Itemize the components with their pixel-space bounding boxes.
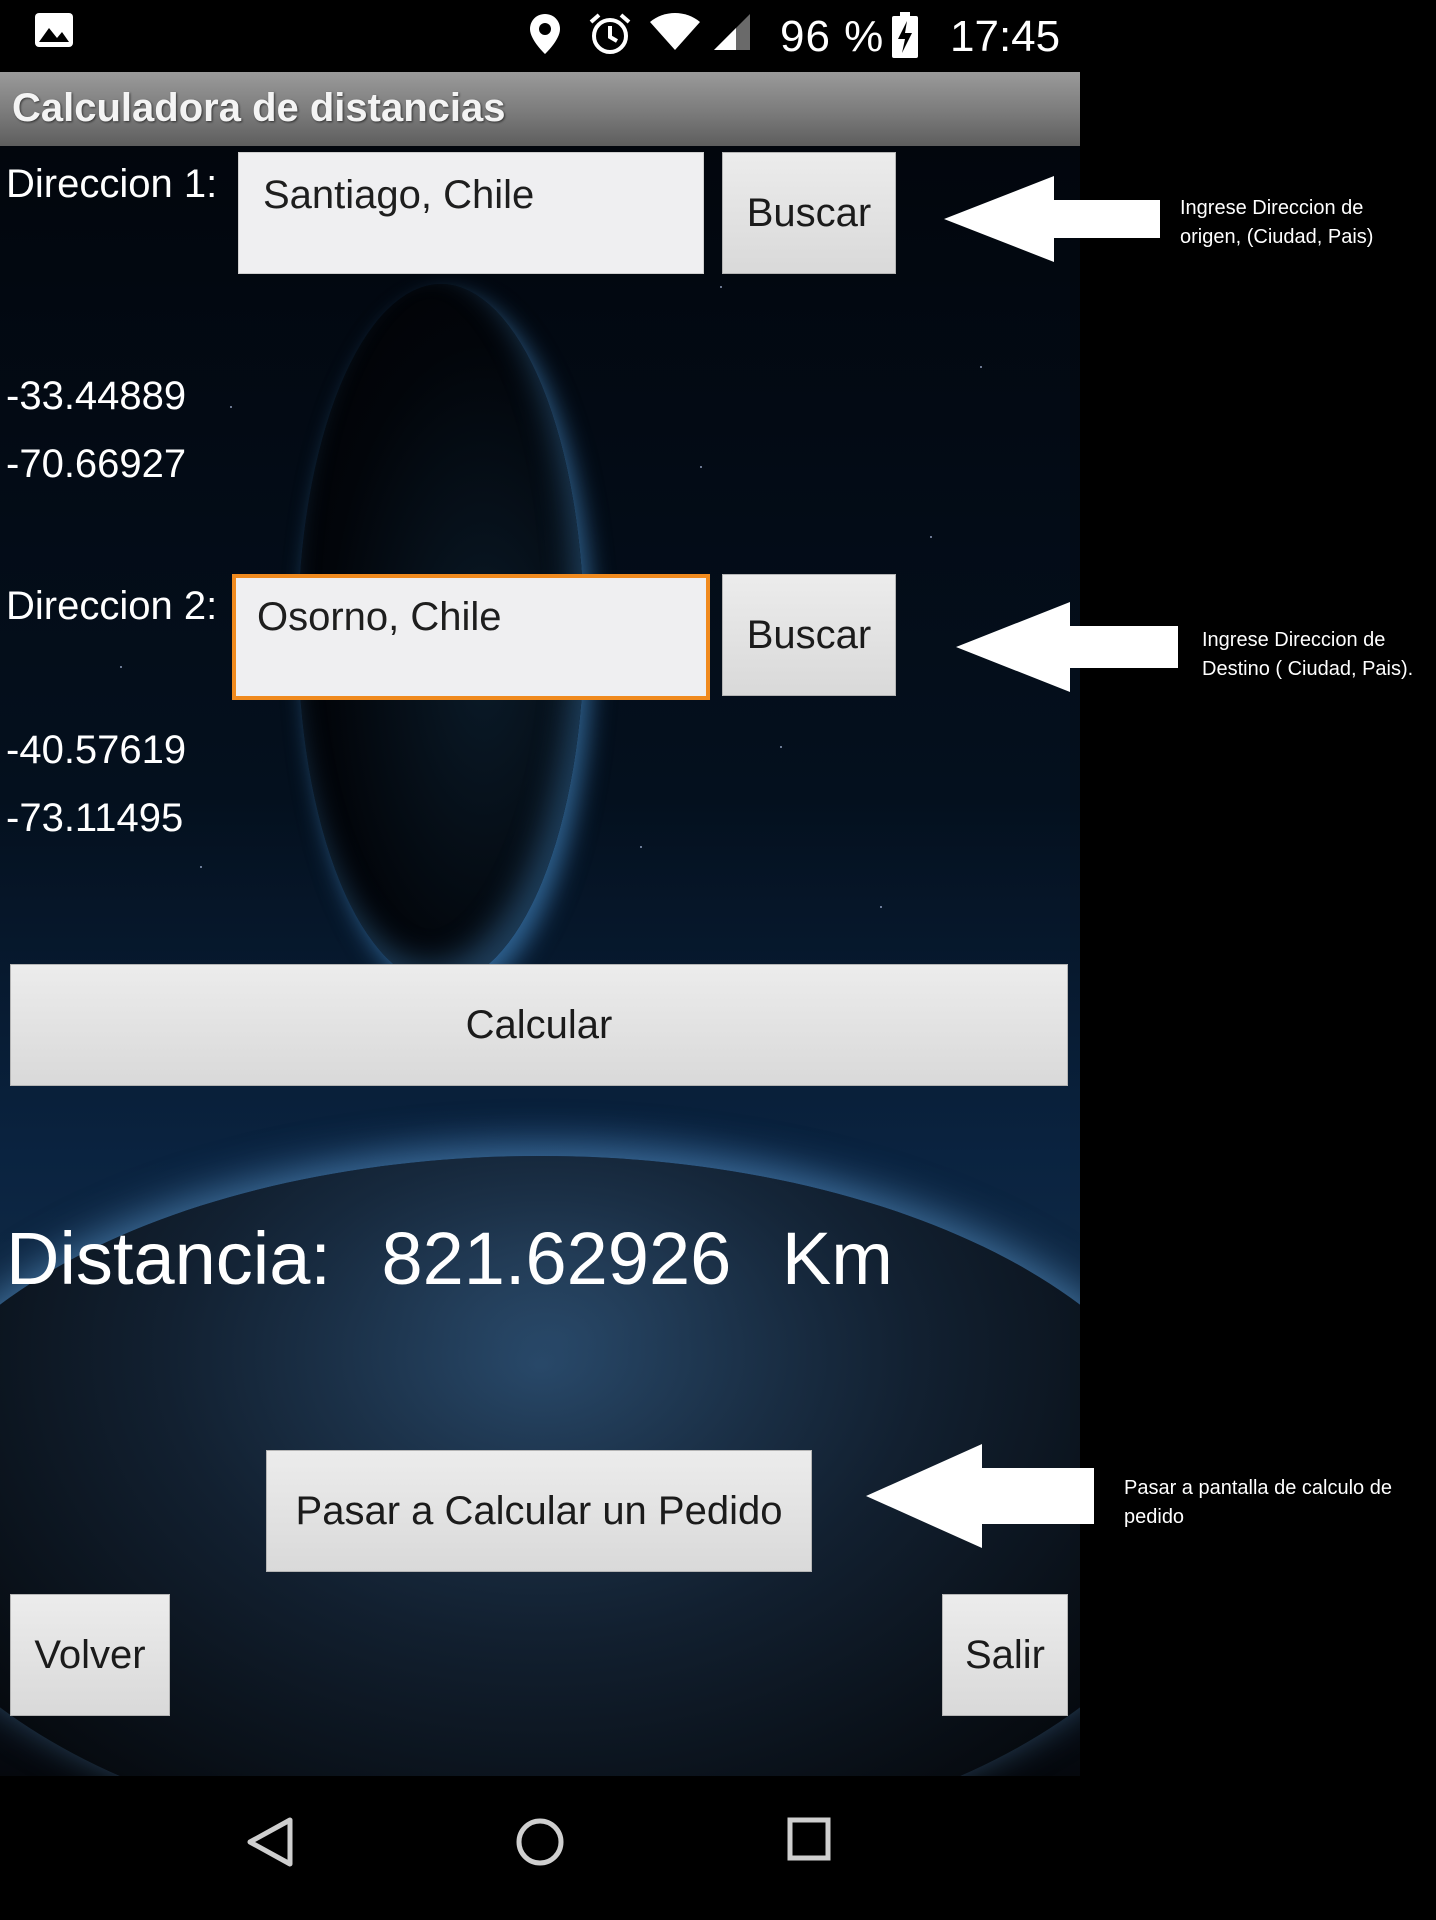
status-bar: 96 % 17:45 [0, 0, 1080, 72]
navigation-bar [0, 1776, 1080, 1920]
distance-result: Distancia: 821.62926 Km [6, 1216, 923, 1301]
origin-annotation-line2: origen, (Ciudad, Pais) [1180, 226, 1374, 248]
back-button[interactable]: Volver [10, 1594, 170, 1716]
order-annotation-line1: Pasar a pantalla de calculo de [1124, 1477, 1392, 1499]
exit-button[interactable]: Salir [942, 1594, 1068, 1716]
address2-input[interactable]: Osorno, Chile [232, 574, 710, 700]
battery-percent: 96 % [780, 12, 885, 61]
address1-search-button[interactable]: Buscar [722, 152, 896, 274]
signal-icon [714, 14, 750, 50]
battery-charging-icon [892, 12, 918, 58]
location-icon [530, 14, 560, 54]
distance-unit: Km [781, 1217, 893, 1300]
order-annotation: Pasar a pantalla de calculo de pedido [1124, 1474, 1424, 1532]
destination-annotation: Ingrese Direccion de Destino ( Ciudad, P… [1202, 626, 1436, 684]
address1-longitude: -70.66927 [6, 442, 187, 486]
order-annotation-line2: pedido [1124, 1506, 1185, 1528]
calculate-order-button[interactable]: Pasar a Calcular un Pedido [266, 1450, 812, 1572]
arrow-left-icon [866, 1444, 1094, 1548]
home-nav-icon[interactable] [514, 1816, 566, 1868]
alarm-icon [589, 13, 631, 54]
recents-nav-icon[interactable] [786, 1816, 832, 1862]
address1-label: Direccion 1: [6, 162, 218, 206]
wifi-icon [650, 13, 700, 50]
address2-latitude: -40.57619 [6, 728, 187, 772]
calculate-button[interactable]: Calcular [10, 964, 1068, 1086]
destination-annotation-line2: Destino ( Ciudad, Pais). [1202, 658, 1414, 680]
origin-annotation: Ingrese Direccion de origen, (Ciudad, Pa… [1180, 194, 1420, 252]
clock: 17:45 [950, 12, 1061, 61]
distance-label: Distancia: [6, 1217, 331, 1300]
address1-input[interactable]: Santiago, Chile [238, 152, 704, 274]
origin-annotation-line1: Ingrese Direccion de [1180, 197, 1364, 219]
back-nav-icon[interactable] [246, 1816, 294, 1868]
address2-label: Direccion 2: [6, 584, 218, 628]
image-icon [35, 13, 73, 47]
distance-value: 821.62926 [381, 1217, 732, 1300]
destination-annotation-line1: Ingrese Direccion de [1202, 629, 1386, 651]
app-bar: Calculadora de distancias [0, 72, 1080, 146]
arrow-left-icon [956, 602, 1178, 692]
arrow-left-icon [944, 176, 1160, 262]
address2-longitude: -73.11495 [6, 796, 184, 840]
app-title: Calculadora de distancias [12, 86, 506, 130]
address2-search-button[interactable]: Buscar [722, 574, 896, 696]
address1-latitude: -33.44889 [6, 374, 187, 418]
